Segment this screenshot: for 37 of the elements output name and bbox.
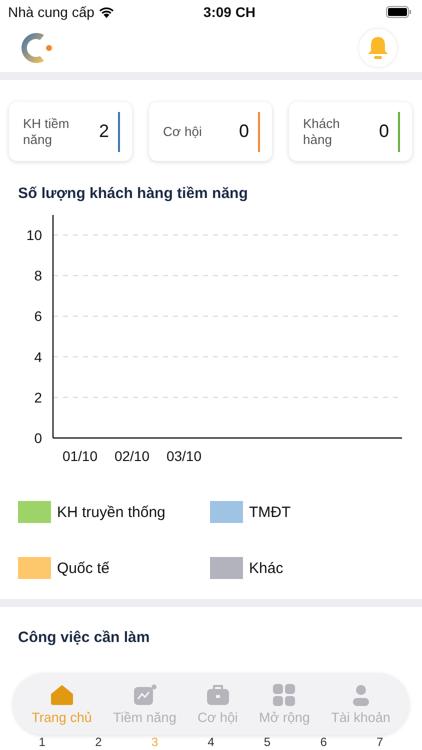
notification-button[interactable] bbox=[358, 28, 398, 68]
stat-label: KH tiềm năng bbox=[23, 116, 70, 148]
legend-label: TMĐT bbox=[249, 504, 291, 520]
y-tick-label: 6 bbox=[34, 308, 42, 324]
x-tick-label: 02/10 bbox=[114, 448, 150, 464]
section-title: Công việc cần làm bbox=[18, 629, 151, 646]
battery-icon bbox=[386, 6, 412, 18]
wifi-icon bbox=[98, 6, 116, 18]
calendar-day[interactable]: 6 bbox=[320, 736, 327, 749]
x-tick-label: 01/10 bbox=[62, 448, 98, 464]
bell-icon bbox=[367, 36, 389, 60]
grid-icon bbox=[272, 684, 296, 706]
y-tick-label: 10 bbox=[26, 227, 42, 243]
stat-label: Khách hàng bbox=[303, 116, 341, 148]
calendar-day[interactable]: 1 bbox=[38, 736, 46, 749]
legend-label: Quốc tế bbox=[57, 560, 110, 576]
calendar-day[interactable]: 7 bbox=[376, 736, 384, 749]
status-time: 3:09 CH bbox=[203, 4, 257, 20]
calendar-day[interactable]: 5 bbox=[264, 736, 271, 749]
legend-label: Khác bbox=[249, 560, 284, 576]
home-icon bbox=[50, 684, 74, 706]
y-tick-label: 0 bbox=[34, 430, 42, 446]
stat-label: Cơ hội bbox=[163, 124, 203, 140]
chart-icon bbox=[132, 684, 157, 706]
x-tick-label: 03/10 bbox=[166, 448, 202, 464]
chart-title: Số lượng khách hàng tiềm năng bbox=[18, 185, 249, 202]
calendar-day[interactable]: 2 bbox=[95, 736, 102, 749]
calendar-day[interactable]: 4 bbox=[208, 736, 214, 749]
y-tick-label: 8 bbox=[34, 268, 42, 284]
carrier-name: Nhà cung cấp bbox=[8, 4, 94, 20]
y-tick-label: 2 bbox=[34, 389, 42, 406]
stat-value: 2 bbox=[98, 121, 109, 142]
legend-label: KH truyền thống bbox=[57, 504, 166, 520]
stat-value: 0 bbox=[238, 121, 249, 142]
briefcase-icon bbox=[206, 684, 230, 706]
stat-value: 0 bbox=[378, 121, 389, 142]
y-tick-label: 4 bbox=[34, 348, 42, 365]
